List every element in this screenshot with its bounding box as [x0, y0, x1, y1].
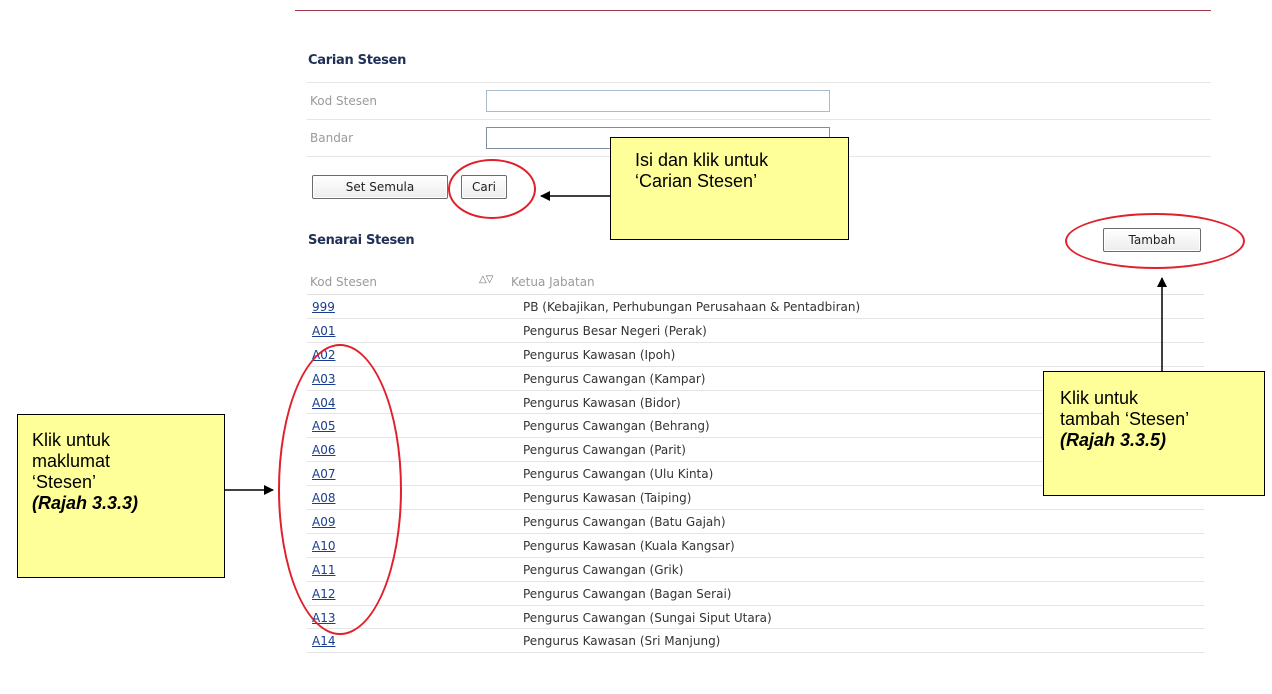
add-instruction-callout: Klik untuk tambah ‘Stesen’ (Rajah 3.3.5) [1043, 371, 1265, 496]
callout-text-line: ‘Carian Stesen’ [635, 171, 758, 191]
callout-text-line: Klik untuk [1060, 388, 1139, 408]
callout-text-line: maklumat [32, 451, 111, 471]
annotation-arrows [225, 191, 1167, 495]
callout-text-line: tambah ‘Stesen’ [1060, 409, 1190, 429]
callout-reference: (Rajah 3.3.3) [32, 493, 139, 513]
callout-reference: (Rajah 3.3.5) [1060, 430, 1167, 450]
callout-text-line: Klik untuk [32, 430, 111, 450]
info-instruction-callout: Klik untuk maklumat ‘Stesen’ (Rajah 3.3.… [17, 414, 225, 578]
callout-text-line: ‘Stesen’ [32, 472, 97, 492]
search-instruction-callout: Isi dan klik untuk ‘Carian Stesen’ [610, 137, 849, 240]
callout-text-line: Isi dan klik untuk [635, 150, 769, 170]
